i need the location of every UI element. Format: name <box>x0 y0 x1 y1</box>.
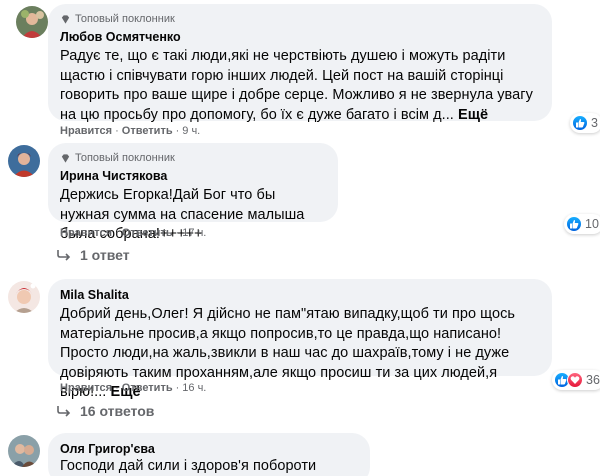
comment-actions: Нравится · Ответить · 9 ч. <box>60 125 200 137</box>
avatar[interactable] <box>8 435 40 467</box>
like-reaction-icon <box>572 115 588 131</box>
timestamp[interactable]: 9 ч. <box>182 125 200 137</box>
comment-text: Господи дай сили і здоров'я побороти нед… <box>60 458 317 474</box>
separator-dot: · <box>175 125 180 137</box>
avatar[interactable] <box>8 281 40 313</box>
replies-count: 1 ответ <box>80 247 130 263</box>
top-fan-badge: Топовый поклонник <box>60 151 326 165</box>
comment-bubble: Топовый поклонник Ирина Чистякова Держис… <box>48 143 338 242</box>
view-replies-link[interactable]: 1 ответ <box>56 247 130 263</box>
reply-arrow-icon <box>57 406 71 417</box>
diamond-icon <box>61 14 70 24</box>
reaction-count: 10 <box>585 217 599 231</box>
like-link[interactable]: Нравится <box>60 227 112 239</box>
comment-actions: Нравится · Ответить · 16 ч. <box>60 382 206 394</box>
timestamp[interactable]: 17 ч. <box>182 227 206 239</box>
separator-dot: · <box>175 227 180 239</box>
reply-link[interactable]: Ответить <box>122 227 173 239</box>
love-reaction-icon <box>567 372 583 388</box>
reaction-summary[interactable]: 36 <box>552 370 600 390</box>
comment-bubble: Mila Shalita Добрий день,Олег! Я дійсно … <box>48 279 552 400</box>
like-link[interactable]: Нравится <box>60 125 112 137</box>
reply-link[interactable]: Ответить <box>122 382 173 394</box>
comment-actions: Нравится · Ответить · 17 ч. <box>60 227 206 239</box>
comment-author[interactable]: Оля Григор'єва <box>60 441 358 457</box>
diamond-icon <box>61 153 70 163</box>
comment-bubble: Топовый поклонник Любов Осмятченко Радує… <box>48 4 552 123</box>
separator-dot: · <box>115 227 119 239</box>
view-replies-link[interactable]: 16 ответов <box>56 403 154 419</box>
reaction-count: 36 <box>586 373 600 387</box>
like-link[interactable]: Нравится <box>60 382 112 394</box>
comment-author[interactable]: Любов Осмятченко <box>60 29 540 45</box>
comment-author[interactable]: Mila Shalita <box>60 287 540 303</box>
like-reaction-icon <box>566 216 582 232</box>
top-fan-badge: Топовый поклонник <box>60 12 540 26</box>
badge-label: Топовый поклонник <box>75 152 175 164</box>
separator-dot: · <box>175 382 180 394</box>
avatar[interactable] <box>8 145 40 177</box>
reply-link[interactable]: Ответить <box>122 125 173 137</box>
comment-bubble: Оля Григор'єва Господи дай сили і здоров… <box>48 433 370 476</box>
comment-text: Радує те, що є такі люди,які не черствію… <box>60 48 533 123</box>
reply-arrow-icon <box>57 250 71 261</box>
replies-count: 16 ответов <box>80 403 155 419</box>
separator-dot: · <box>115 125 119 137</box>
reaction-summary[interactable]: 10 <box>564 214 600 234</box>
see-more-link[interactable]: Ещё <box>458 107 488 123</box>
comment-author[interactable]: Ирина Чистякова <box>60 168 326 184</box>
reaction-count: 3 <box>591 116 598 130</box>
reaction-summary[interactable]: 3 <box>570 113 600 133</box>
timestamp[interactable]: 16 ч. <box>182 382 206 394</box>
avatar[interactable] <box>16 6 48 38</box>
separator-dot: · <box>115 382 119 394</box>
badge-label: Топовый поклонник <box>75 13 175 25</box>
